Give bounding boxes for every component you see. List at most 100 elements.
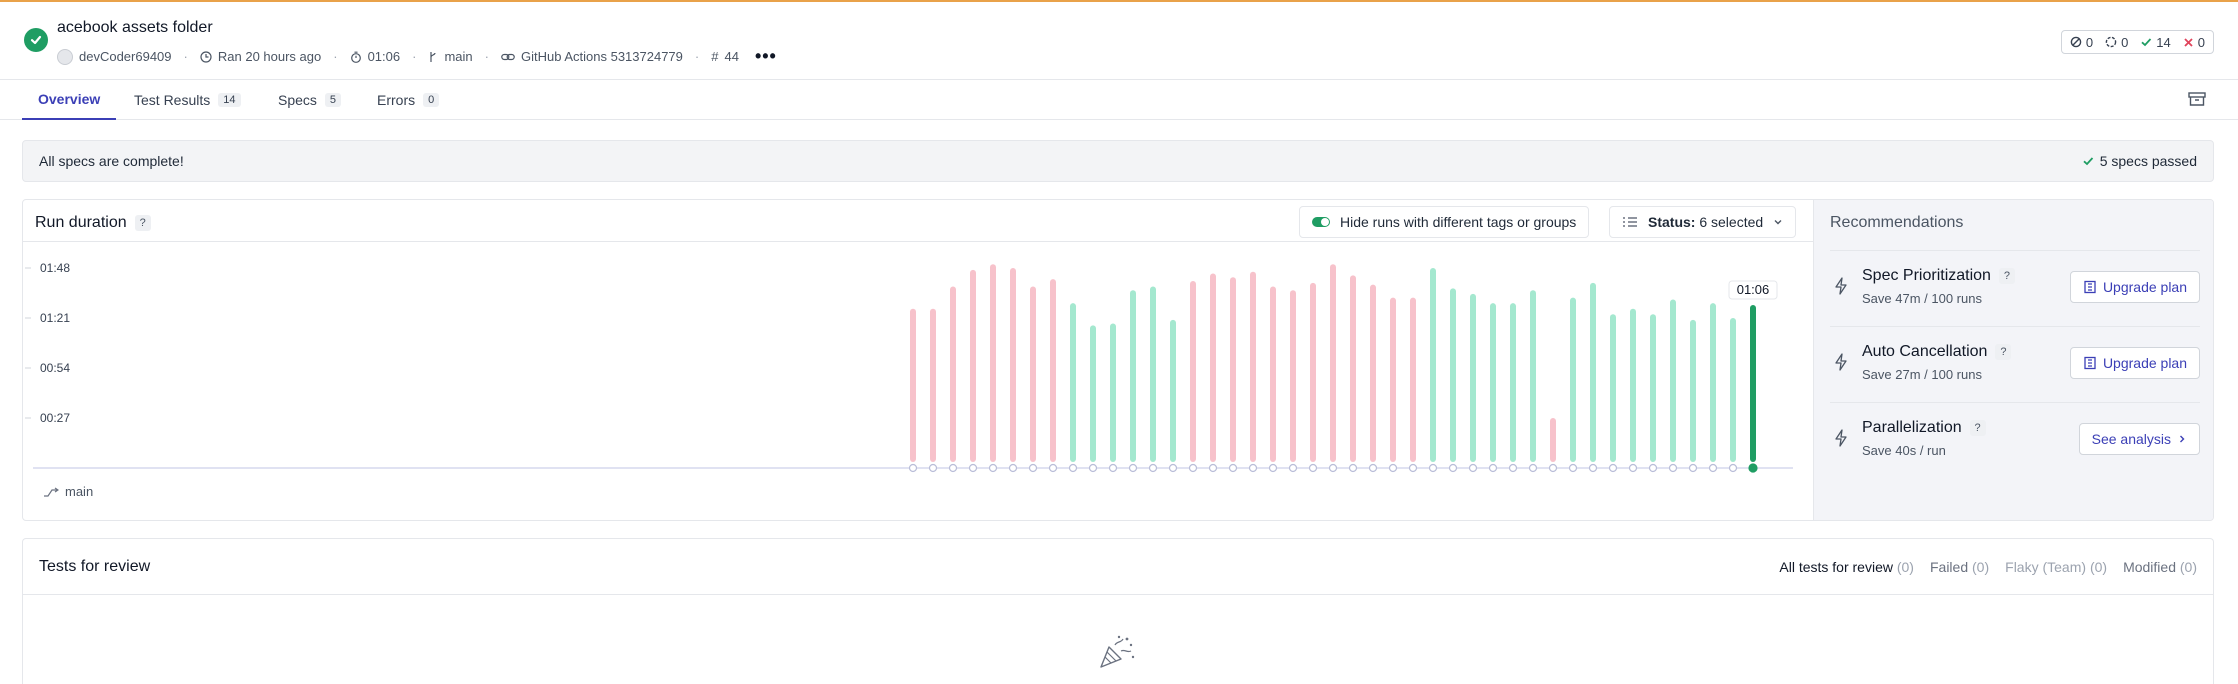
- run-dot[interactable]: [1188, 463, 1198, 473]
- run-bar[interactable]: [910, 308, 916, 462]
- run-dot[interactable]: [1308, 463, 1318, 473]
- run-bar[interactable]: [1310, 282, 1316, 462]
- status-filter-dropdown[interactable]: Status: 6 selected: [1609, 206, 1797, 238]
- run-dot[interactable]: [1608, 463, 1618, 473]
- run-dot[interactable]: [1128, 463, 1138, 473]
- run-bar[interactable]: [1730, 318, 1736, 462]
- run-dot[interactable]: [1168, 463, 1178, 473]
- run-dot[interactable]: [1268, 463, 1278, 473]
- run-bar[interactable]: [1190, 280, 1196, 462]
- run-dot[interactable]: [1668, 463, 1678, 473]
- run-dot[interactable]: [948, 463, 958, 473]
- run-bar[interactable]: [1110, 323, 1116, 462]
- run-bar[interactable]: [1010, 268, 1016, 462]
- run-bar[interactable]: [1570, 297, 1576, 462]
- filter-flaky[interactable]: Flaky (Team) (0): [2005, 559, 2107, 575]
- run-bar[interactable]: [1350, 275, 1356, 462]
- run-bar[interactable]: [1590, 282, 1596, 462]
- see-analysis-button[interactable]: See analysis: [2078, 423, 2200, 455]
- run-bar[interactable]: [990, 264, 996, 462]
- tab-specs[interactable]: Specs 5: [278, 80, 342, 120]
- run-dot[interactable]: [1388, 463, 1398, 473]
- run-dot[interactable]: [1108, 463, 1118, 473]
- run-bar[interactable]: [970, 269, 976, 462]
- run-bar[interactable]: [1170, 319, 1176, 462]
- run-bar[interactable]: [1050, 279, 1056, 462]
- run-bar[interactable]: [1490, 303, 1496, 462]
- run-dot[interactable]: [1348, 463, 1358, 473]
- run-bar[interactable]: [1690, 319, 1696, 462]
- current-run-bar[interactable]: [1750, 305, 1756, 462]
- run-dot[interactable]: [968, 463, 978, 473]
- run-bar[interactable]: [1610, 314, 1616, 462]
- upgrade-plan-button[interactable]: Upgrade plan: [2069, 271, 2200, 303]
- run-dot[interactable]: [1648, 463, 1658, 473]
- more-options-icon[interactable]: •••: [755, 46, 777, 67]
- run-bar[interactable]: [1030, 286, 1036, 462]
- run-dot[interactable]: [1208, 463, 1218, 473]
- help-icon[interactable]: ?: [1998, 268, 2015, 284]
- filter-all-tests[interactable]: All tests for review (0): [1779, 559, 1914, 575]
- run-dot[interactable]: [1368, 463, 1378, 473]
- run-bar[interactable]: [1670, 299, 1676, 462]
- run-bar[interactable]: [1710, 303, 1716, 462]
- run-dot[interactable]: [1288, 463, 1298, 473]
- run-bar[interactable]: [1330, 264, 1336, 462]
- help-icon[interactable]: ?: [1969, 420, 1986, 436]
- run-dot[interactable]: [1328, 463, 1338, 473]
- current-run-dot[interactable]: [1748, 463, 1758, 473]
- run-dot[interactable]: [1508, 463, 1518, 473]
- run-bar[interactable]: [1450, 288, 1456, 462]
- run-dot[interactable]: [1028, 463, 1038, 473]
- run-dot[interactable]: [1428, 463, 1438, 473]
- run-bar[interactable]: [1130, 290, 1136, 462]
- run-dot[interactable]: [1408, 463, 1418, 473]
- upgrade-plan-button[interactable]: Upgrade plan: [2069, 347, 2200, 379]
- run-dot[interactable]: [928, 463, 938, 473]
- ci-provider[interactable]: GitHub Actions 5313724779: [501, 49, 683, 64]
- run-bar[interactable]: [1070, 303, 1076, 462]
- run-dot[interactable]: [1468, 463, 1478, 473]
- run-dot[interactable]: [1628, 463, 1638, 473]
- run-dot[interactable]: [1728, 463, 1738, 473]
- run-dot[interactable]: [1068, 463, 1078, 473]
- run-dot[interactable]: [1148, 463, 1158, 473]
- run-dot[interactable]: [1588, 463, 1598, 473]
- filter-modified[interactable]: Modified (0): [2123, 559, 2197, 575]
- run-dot[interactable]: [1008, 463, 1018, 473]
- run-bar[interactable]: [1210, 273, 1216, 462]
- help-icon[interactable]: ?: [134, 215, 151, 231]
- run-bar[interactable]: [1630, 308, 1636, 462]
- run-bar[interactable]: [1410, 297, 1416, 462]
- run-bar[interactable]: [1150, 286, 1156, 462]
- run-bar[interactable]: [950, 286, 956, 462]
- run-dot[interactable]: [988, 463, 998, 473]
- hide-runs-toggle[interactable]: Hide runs with different tags or groups: [1299, 206, 1590, 238]
- run-bar[interactable]: [1470, 293, 1476, 462]
- run-bar[interactable]: [930, 308, 936, 462]
- run-dot[interactable]: [1088, 463, 1098, 473]
- run-bar[interactable]: [1250, 271, 1256, 462]
- run-bar[interactable]: [1290, 290, 1296, 462]
- branch[interactable]: main: [428, 49, 473, 64]
- run-bar[interactable]: [1270, 286, 1276, 462]
- run-bar[interactable]: [1530, 290, 1536, 462]
- run-dot[interactable]: [1528, 463, 1538, 473]
- run-dot[interactable]: [1448, 463, 1458, 473]
- tab-overview[interactable]: Overview: [22, 80, 117, 120]
- run-dot[interactable]: [1248, 463, 1258, 473]
- run-bar[interactable]: [1090, 325, 1096, 462]
- run-bar[interactable]: [1550, 418, 1556, 462]
- run-dot[interactable]: [1688, 463, 1698, 473]
- run-bar[interactable]: [1390, 297, 1396, 462]
- tab-test-results[interactable]: Test Results 14: [134, 80, 241, 120]
- run-bar[interactable]: [1370, 284, 1376, 462]
- help-icon[interactable]: ?: [1995, 344, 2012, 360]
- run-dot[interactable]: [1548, 463, 1558, 473]
- run-bar[interactable]: [1650, 314, 1656, 462]
- run-dot[interactable]: [1708, 463, 1718, 473]
- run-dot[interactable]: [1568, 463, 1578, 473]
- archive-icon[interactable]: [2188, 91, 2206, 107]
- author[interactable]: devCoder69409: [57, 48, 172, 65]
- run-dot[interactable]: [1488, 463, 1498, 473]
